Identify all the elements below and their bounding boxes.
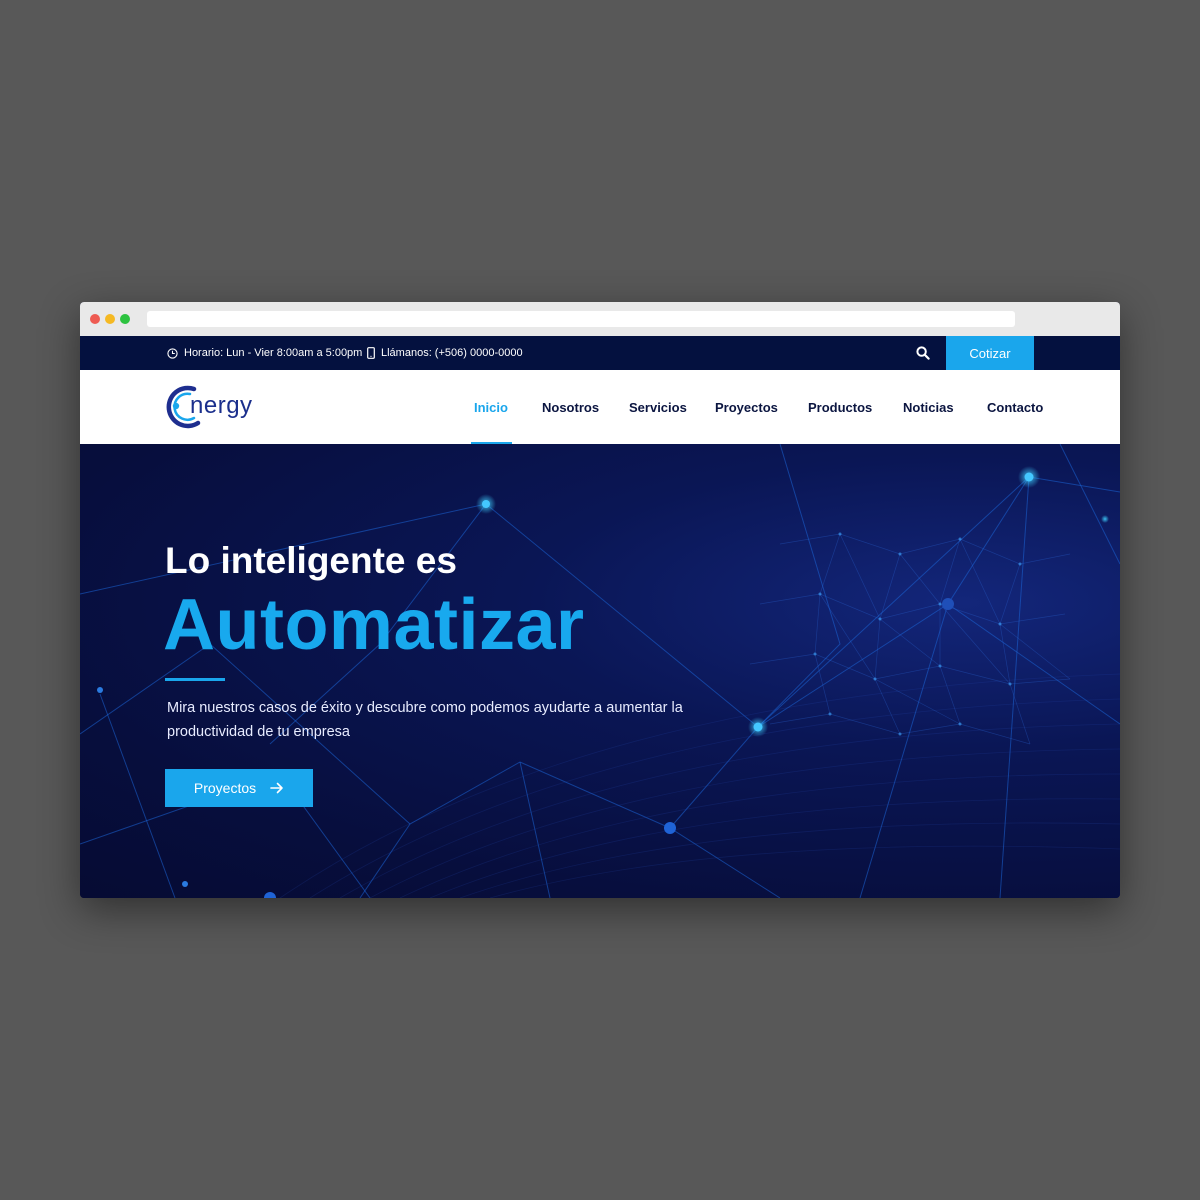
nav-item-servicios[interactable]: Servicios [629,370,687,444]
hero-section: Lo inteligente es Automatizar Mira nuest… [80,444,1120,898]
minimize-window-button[interactable] [105,314,115,324]
clock-icon [167,347,178,359]
address-bar[interactable] [147,311,1015,327]
business-hours-text: Horario: Lun - Vier 8:00am a 5:00pm [184,347,363,359]
maximize-window-button[interactable] [120,314,130,324]
site-logo[interactable]: nergy [164,384,264,430]
phone-icon [367,347,375,359]
search-icon[interactable] [916,346,930,360]
network-background [80,444,1120,898]
nav-item-productos[interactable]: Productos [808,370,872,444]
browser-chrome [80,302,1120,337]
main-navbar: nergy Inicio Nosotros Servicios Proyecto… [80,370,1120,445]
top-info-bar: Horario: Lun - Vier 8:00am a 5:00pm Llám… [80,336,1120,370]
browser-window: Horario: Lun - Vier 8:00am a 5:00pm Llám… [80,302,1120,898]
contact-phone-text: Llámanos: (+506) 0000-0000 [381,347,523,359]
nav-item-contacto[interactable]: Contacto [987,370,1043,444]
nav-item-inicio[interactable]: Inicio [474,370,508,444]
nav-item-proyectos[interactable]: Proyectos [715,370,778,444]
nav-item-noticias[interactable]: Noticias [903,370,954,444]
arrow-right-icon [270,782,283,794]
hero-description: Mira nuestros casos de éxito y descubre … [167,700,683,740]
logo-text: nergy [190,392,253,419]
contact-phone[interactable]: Llámanos: (+506) 0000-0000 [367,336,523,370]
business-hours: Horario: Lun - Vier 8:00am a 5:00pm [167,336,362,370]
close-window-button[interactable] [90,314,100,324]
hero-headline: Lo inteligente es [165,540,457,581]
projects-cta-label: Proyectos [193,780,257,796]
nav-item-nosotros[interactable]: Nosotros [542,370,599,444]
quote-button[interactable]: Cotizar [946,336,1034,370]
hero-divider [165,678,225,681]
projects-cta-button[interactable]: Proyectos [165,769,313,807]
hero-headline-accent: Automatizar [163,585,585,665]
